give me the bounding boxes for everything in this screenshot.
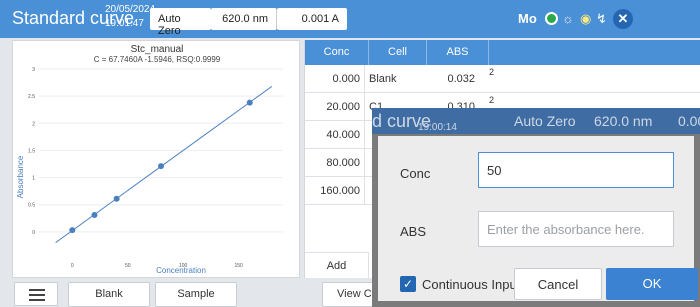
cell-extra: 2 [489, 67, 495, 77]
wavelength-display[interactable]: 620.0 nm [211, 8, 277, 30]
status-green-icon [545, 12, 558, 25]
cell-cell: Blank [369, 73, 397, 85]
col-header-conc[interactable]: Conc [305, 40, 369, 65]
continuous-input-label: Continuous Input [422, 277, 521, 292]
cell-conc: 80.000 [305, 149, 365, 177]
data-point [113, 195, 120, 202]
cell-conc: 160.000 [305, 177, 365, 205]
sample-button[interactable]: Sample [155, 282, 237, 307]
y-tick-label: 3 [32, 67, 35, 73]
usb-icon: ↯ [596, 11, 607, 26]
y-tick-label: 1 [32, 176, 35, 182]
cancel-button[interactable]: Cancel [514, 268, 602, 300]
data-point [246, 99, 253, 106]
time-text: 19:01:47 [105, 18, 144, 29]
chart-y-axis-label: Absorbance [16, 155, 25, 198]
continuous-input-checkbox[interactable]: ✓ [400, 276, 416, 292]
cell-abs: 0.032 [447, 73, 475, 85]
ghost-current: 0.00 [678, 113, 700, 129]
abs-input[interactable] [478, 211, 674, 247]
date-text: 20/05/2024 [105, 4, 156, 15]
chart-panel: Stc_manual C = 67.7460A -1.5946, RSQ:0.9… [12, 40, 300, 278]
calibration-chart: Stc_manual C = 67.7460A -1.5946, RSQ:0.9… [16, 44, 283, 275]
top-bar: Standard curve 20/05/2024 19:01:47 Auto … [0, 0, 700, 38]
cell-conc: 40.000 [305, 121, 365, 149]
cell-conc: 20.000 [305, 93, 365, 121]
bulb-icon: ☼ [562, 11, 574, 26]
current-display: 0.001 A [277, 8, 347, 30]
ok-button[interactable]: OK [606, 268, 698, 300]
x-tick-label: 100 [179, 263, 188, 269]
input-dialog: Conc ABS ✓ Continuous Input Cancel OK [372, 134, 700, 307]
y-tick-label: 0 [32, 230, 35, 236]
y-tick-label: 1.5 [28, 148, 35, 154]
y-tick-label: 0.5 [28, 203, 35, 209]
close-icon[interactable]: ✕ [613, 9, 633, 29]
abs-label: ABS [400, 224, 427, 239]
lamp-icon: ◉ [580, 11, 592, 26]
x-tick-label: 150 [234, 263, 243, 269]
hamburger-icon [29, 289, 45, 291]
mo-icon[interactable]: Mo [518, 8, 542, 30]
conc-input[interactable] [478, 152, 674, 188]
ghost-time: 19:00:14 [418, 122, 457, 133]
chart-subtitle: C = 67.7460A -1.5946, RSQ:0.9999 [94, 55, 221, 64]
data-point [69, 227, 76, 234]
data-point [91, 212, 98, 219]
regression-line [55, 85, 273, 244]
x-tick-label: 0 [71, 263, 74, 269]
auto-zero-button[interactable]: Auto Zero [150, 8, 211, 37]
chart-title: Stc_manual [131, 44, 184, 55]
datetime: 20/05/2024 19:01:47 [105, 3, 155, 31]
table-header: Conc Cell ABS [305, 40, 700, 65]
y-tick-label: 2.5 [28, 94, 35, 100]
ghost-wavelength: 620.0 nm [594, 113, 653, 129]
y-tick-label: 2 [32, 121, 35, 127]
col-header-abs[interactable]: ABS [427, 40, 489, 65]
ghost-auto-zero: Auto Zero [514, 113, 576, 129]
background-screen-header: d curve 19:00:14 Auto Zero 620.0 nm 0.00 [372, 108, 700, 134]
menu-button[interactable] [14, 282, 58, 306]
conc-label: Conc [400, 166, 431, 181]
cell-conc: 0.000 [305, 65, 365, 93]
hamburger-icon-line [29, 299, 45, 301]
hamburger-icon-line [29, 294, 45, 296]
blank-button[interactable]: Blank [68, 282, 150, 307]
add-button[interactable]: Add [305, 252, 369, 278]
x-tick-label: 50 [125, 263, 131, 269]
data-point [158, 163, 164, 170]
table-row[interactable]: 0.000 Blank 0.032 2 [305, 65, 700, 93]
col-header-cell[interactable]: Cell [369, 40, 427, 65]
